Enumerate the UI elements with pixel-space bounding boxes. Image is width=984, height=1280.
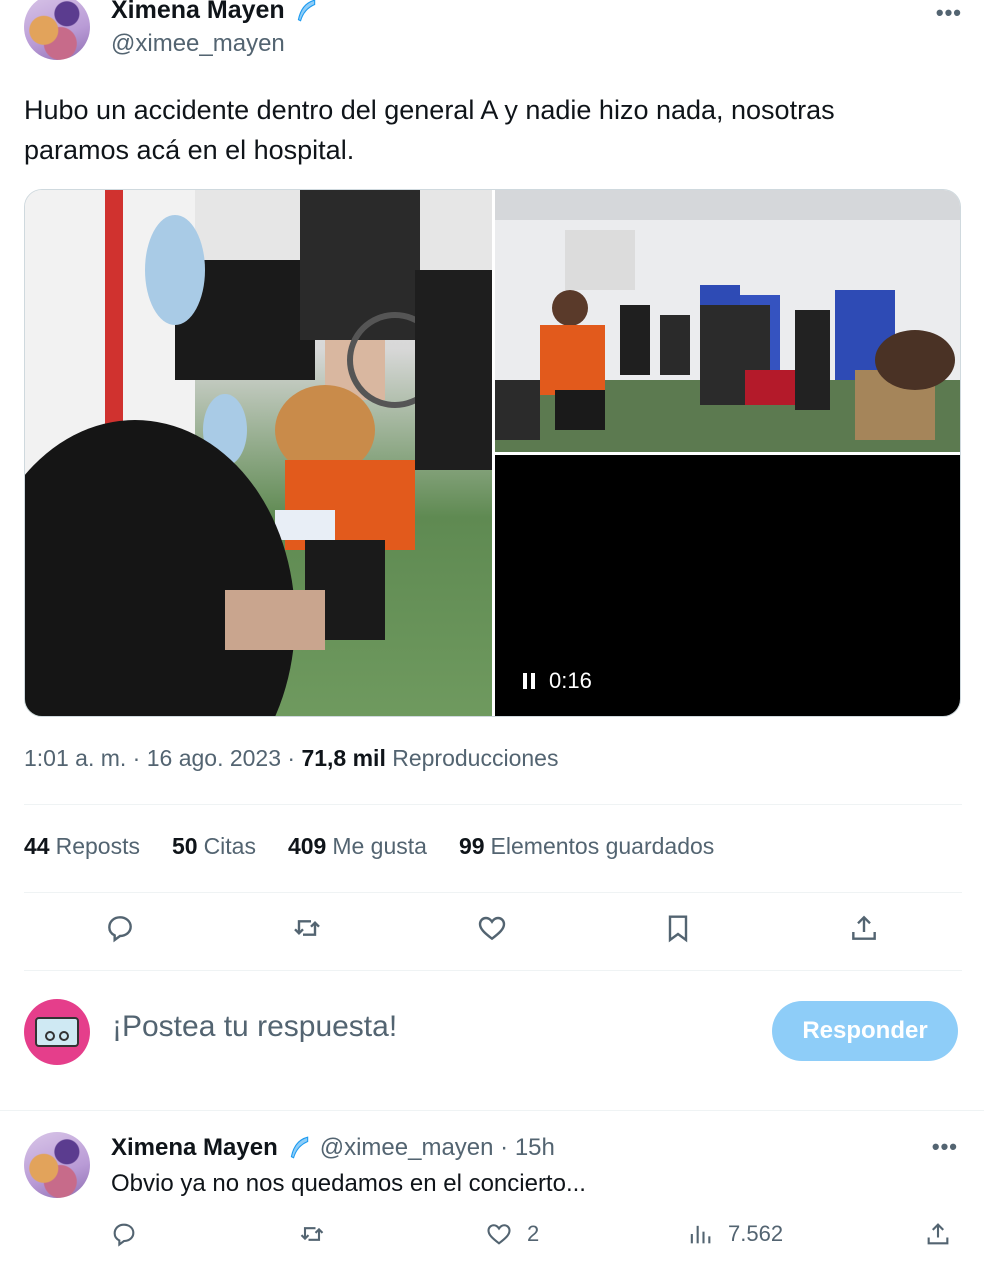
author-avatar[interactable] (24, 0, 90, 60)
tweet-text: Hubo un accidente dentro del general A y… (24, 95, 835, 165)
reply-meta[interactable]: @ximee_mayen · 15h (320, 1134, 555, 1162)
reply-actions: 2 7.562 (0, 1220, 984, 1260)
tweet-timestamp[interactable]: 1:01 a. m. · 16 ago. 2023 · (24, 745, 301, 771)
reply-icon (108, 916, 132, 943)
reply-header: Ximena Mayen @ximee_mayen · 15h (111, 1134, 555, 1162)
repost-button[interactable] (287, 908, 327, 948)
more-icon[interactable]: ••• (936, 0, 962, 26)
reply-like-button[interactable]: 2 (485, 1220, 539, 1248)
current-user-avatar[interactable] (24, 999, 90, 1065)
video-controls[interactable]: 0:16 (523, 668, 592, 694)
share-button[interactable] (844, 908, 884, 948)
divider (24, 804, 962, 805)
reply-tweet[interactable]: Ximena Mayen @ximee_mayen · 15h ••• Obvi… (0, 1112, 984, 1280)
repost-icon (294, 920, 320, 936)
share-icon (927, 1223, 949, 1245)
views-count: 71,8 mil (301, 745, 386, 771)
tweet-actions (0, 908, 984, 954)
video-player[interactable]: 0:16 (495, 455, 960, 716)
reply-author-avatar[interactable] (24, 1132, 90, 1198)
reply-share-button[interactable] (924, 1220, 952, 1248)
divider (24, 892, 962, 893)
stat-quotes[interactable]: 50 Citas (172, 833, 256, 860)
views-label: Reproducciones (385, 745, 559, 771)
divider (24, 970, 962, 971)
reply-composer: ¡Postea tu respuesta! Responder (0, 995, 984, 1075)
reply-views-button[interactable]: 7.562 (686, 1220, 783, 1248)
pause-icon[interactable] (523, 673, 535, 689)
views-icon (690, 1225, 711, 1244)
tweet-meta: 1:01 a. m. · 16 ago. 2023 · 71,8 mil Rep… (24, 745, 558, 772)
author-name[interactable]: Ximena Mayen (111, 0, 285, 25)
share-icon (852, 915, 876, 940)
more-icon[interactable]: ••• (932, 1134, 958, 1160)
photo-left-illustration (25, 190, 492, 716)
stat-bookmarks[interactable]: 99 Elementos guardados (459, 833, 714, 860)
feather-badge-icon (297, 0, 315, 22)
reply-like-count: 2 (527, 1221, 540, 1246)
engagement-stats: 44 Reposts 50 Citas 409 Me gusta 99 Elemento… (24, 833, 714, 860)
reply-repost-button[interactable] (298, 1220, 326, 1248)
stat-likes[interactable]: 409 Me gusta (288, 833, 427, 860)
reply-views-count: 7.562 (728, 1221, 784, 1246)
reply-author-name[interactable]: Ximena Mayen (111, 1134, 278, 1162)
responder-button[interactable]: Responder (772, 1001, 958, 1061)
heart-icon (487, 1224, 511, 1245)
reply-reply-button[interactable] (110, 1220, 138, 1248)
stat-reposts[interactable]: 44 Reposts (24, 833, 140, 860)
photo-right[interactable] (495, 190, 960, 452)
cassette-icon (35, 1017, 79, 1047)
media-grid: 0:16 (24, 189, 961, 717)
photo-left[interactable] (25, 190, 492, 716)
author-name-row[interactable]: Ximena Mayen (111, 0, 319, 25)
video-duration: 0:16 (549, 668, 592, 693)
reply-input[interactable]: ¡Postea tu respuesta! (112, 1010, 397, 1044)
divider (0, 1110, 984, 1111)
repost-icon (300, 1227, 324, 1241)
reply-icon (113, 1223, 135, 1247)
heart-icon (478, 916, 506, 941)
bookmark-icon (668, 915, 688, 943)
photo-right-illustration (495, 190, 960, 452)
bookmark-button[interactable] (658, 908, 698, 948)
reply-button[interactable] (100, 908, 140, 948)
reply-text: Obvio ya no nos quedamos en el concierto… (111, 1170, 586, 1197)
feather-badge-icon (290, 1136, 308, 1159)
like-button[interactable] (472, 908, 512, 948)
author-handle[interactable]: @ximee_mayen (111, 30, 285, 58)
